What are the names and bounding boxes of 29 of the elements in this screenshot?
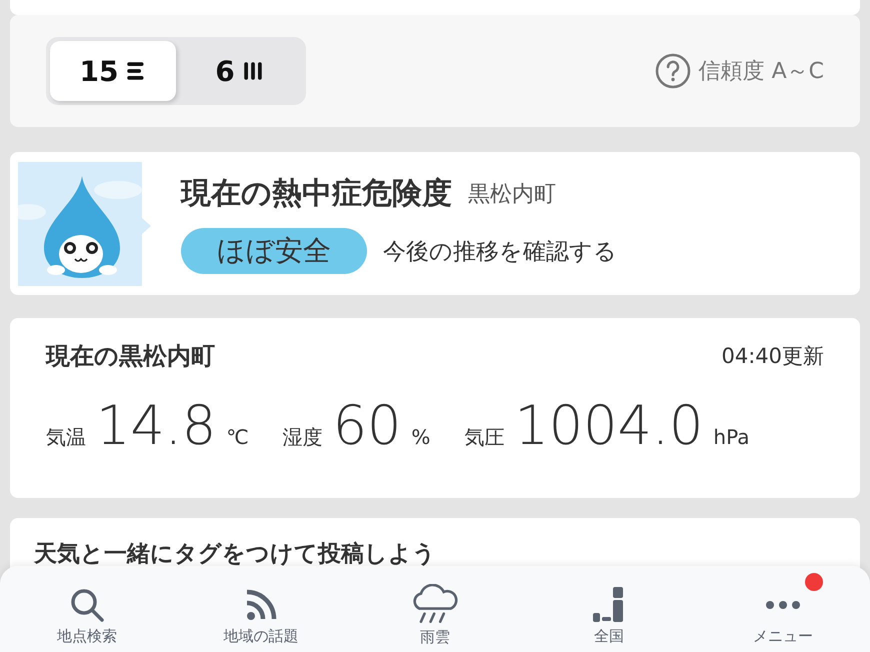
reading-unit: hPa — [713, 425, 750, 449]
reading-unit: ℃ — [226, 425, 249, 449]
trend-link[interactable]: 今後の推移を確認する — [383, 236, 617, 266]
forecast-days-tab[interactable]: 15 — [50, 41, 176, 101]
nav-tab[interactable]: 全国 — [539, 570, 679, 648]
reading-label: 湿度 — [282, 424, 323, 451]
list-icon — [126, 62, 146, 80]
columns-icon — [242, 62, 263, 80]
reading-value: 60 — [332, 394, 402, 457]
current-weather-title: 現在の黒松内町 — [46, 341, 215, 372]
reading-label: 気温 — [46, 424, 86, 451]
forecast-toggle[interactable]: 15 6 — [46, 37, 306, 105]
heatstroke-title: 現在の熱中症危険度 — [181, 175, 452, 213]
forecast-days-tab[interactable]: 6 — [176, 41, 302, 101]
post-card-title: 天気と一緒にタグをつけて投稿しよう — [34, 541, 436, 567]
nav-tab[interactable]: 地点検索 — [17, 570, 157, 648]
reading-value: 1004.0 — [514, 394, 704, 457]
nav-tab[interactable]: 雨雲 — [365, 570, 505, 648]
help-icon — [654, 53, 691, 89]
more-icon — [766, 600, 800, 608]
reliability-link[interactable]: 信頼度 A～C — [654, 53, 824, 89]
risk-level-badge: ほぼ安全 — [181, 228, 367, 274]
reading-unit: % — [411, 425, 430, 449]
nav-tab[interactable]: 地域の話題 — [191, 570, 331, 648]
reading-value: 14.8 — [96, 394, 216, 457]
update-time: 04:40更新 — [721, 343, 824, 370]
reading-label: 気圧 — [464, 424, 504, 451]
nav-tab[interactable]: メニュー — [713, 570, 853, 648]
place-name: 黒松内町 — [468, 180, 556, 208]
